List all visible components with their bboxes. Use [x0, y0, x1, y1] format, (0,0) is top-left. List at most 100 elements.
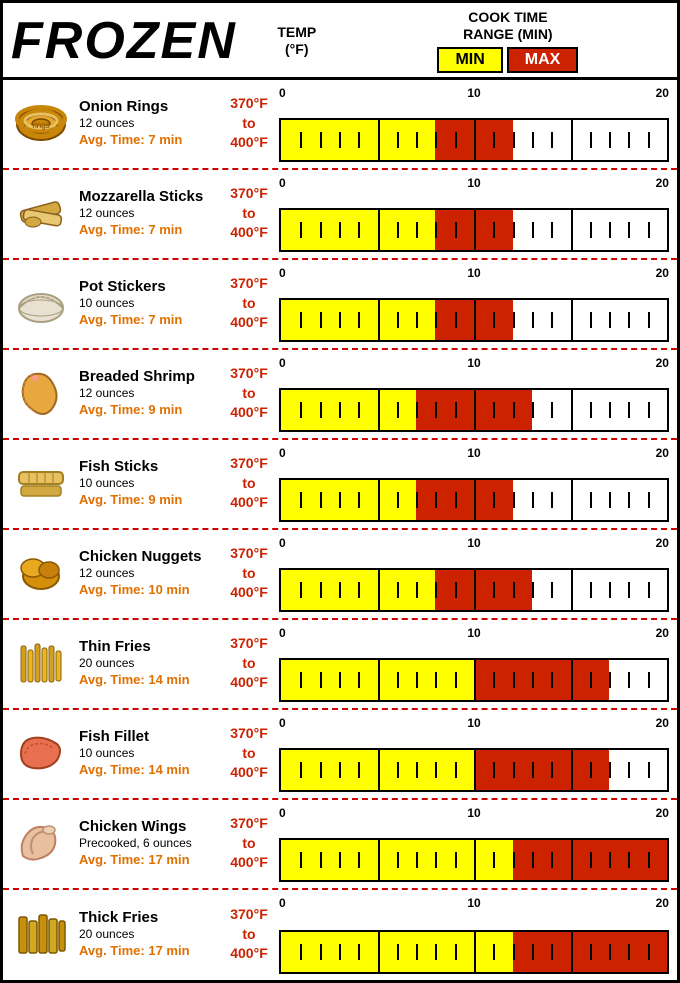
food-avg-5: Avg. Time: 10 min	[79, 582, 215, 599]
header-max-label: MAX	[507, 47, 579, 73]
chart-bar-4	[279, 478, 669, 522]
header: FROZEN TEMP(°F) COOK TIMERANGE (MIN) MIN…	[3, 3, 677, 80]
food-avg-7: Avg. Time: 14 min	[79, 762, 215, 779]
food-chart-9: 0 10 20	[279, 896, 669, 974]
chart-scale-1: 0 10 20	[279, 176, 669, 192]
chart-scale-max: 20	[539, 536, 669, 550]
chart-scale-9: 0 10 20	[279, 896, 669, 912]
header-cook-label: COOK TIMERANGE (MIN)	[347, 9, 669, 43]
food-avg-3: Avg. Time: 9 min	[79, 402, 215, 419]
chart-bar-7	[279, 748, 669, 792]
food-avg-4: Avg. Time: 9 min	[79, 492, 215, 509]
food-name-1: Mozzarella Sticks	[79, 188, 215, 206]
food-chart-0: 0 10 20	[279, 86, 669, 162]
chart-scale-mid: 10	[409, 806, 539, 820]
food-name-9: Thick Fries	[79, 909, 215, 927]
chart-scale-6: 0 10 20	[279, 626, 669, 642]
chart-scale-max: 20	[539, 266, 669, 280]
chart-scale-max: 20	[539, 356, 669, 370]
food-row-5: Chicken Nuggets 12 ounces Avg. Time: 10 …	[3, 530, 677, 620]
chart-bar-2	[279, 298, 669, 342]
food-row-7: Fish Fillet 10 ounces Avg. Time: 14 min …	[3, 710, 677, 800]
food-name-4: Fish Sticks	[79, 458, 215, 476]
chart-scale-3: 0 10 20	[279, 356, 669, 372]
chart-scale-max: 20	[539, 446, 669, 460]
food-row-3: Breaded Shrimp 12 ounces Avg. Time: 9 mi…	[3, 350, 677, 440]
food-avg-1: Avg. Time: 7 min	[79, 222, 215, 239]
food-avg-6: Avg. Time: 14 min	[79, 672, 215, 689]
food-image-thick-fries	[11, 905, 71, 965]
food-weight-0: 12 ounces	[79, 116, 215, 132]
food-chart-1: 0 10 20	[279, 176, 669, 252]
chart-scale-min: 0	[279, 86, 409, 100]
food-avg-0: Avg. Time: 7 min	[79, 132, 215, 149]
food-name-3: Breaded Shrimp	[79, 368, 215, 386]
food-info-0: Onion Rings 12 ounces Avg. Time: 7 min	[79, 86, 219, 162]
food-avg-9: Avg. Time: 17 min	[79, 943, 215, 960]
food-temp-2: 370°Fto400°F	[219, 266, 279, 342]
chart-scale-4: 0 10 20	[279, 446, 669, 462]
chart-scale-min: 0	[279, 896, 409, 910]
food-temp-9: 370°Fto400°F	[219, 896, 279, 974]
food-name-5: Chicken Nuggets	[79, 548, 215, 566]
chart-scale-5: 0 10 20	[279, 536, 669, 552]
food-info-1: Mozzarella Sticks 12 ounces Avg. Time: 7…	[79, 176, 219, 252]
food-chart-3: 0 10 20	[279, 356, 669, 432]
chart-scale-mid: 10	[409, 626, 539, 640]
chart-scale-8: 0 10 20	[279, 806, 669, 822]
food-image-thin-fries	[11, 634, 71, 694]
chart-scale-mid: 10	[409, 356, 539, 370]
food-row-6: Thin Fries 20 ounces Avg. Time: 14 min 3…	[3, 620, 677, 710]
header-temp-label: TEMP(°F)	[257, 24, 337, 58]
header-cook-section: COOK TIMERANGE (MIN) MIN MAX	[347, 9, 669, 73]
chart-bar-1	[279, 208, 669, 252]
food-info-7: Fish Fillet 10 ounces Avg. Time: 14 min	[79, 716, 219, 792]
chart-scale-mid: 10	[409, 896, 539, 910]
chart-bar-8	[279, 838, 669, 882]
chart-scale-min: 0	[279, 806, 409, 820]
food-name-0: Onion Rings	[79, 98, 215, 116]
chart-bar-6	[279, 658, 669, 702]
food-info-3: Breaded Shrimp 12 ounces Avg. Time: 9 mi…	[79, 356, 219, 432]
chart-bar-3	[279, 388, 669, 432]
chart-scale-mid: 10	[409, 716, 539, 730]
food-weight-9: 20 ounces	[79, 927, 215, 943]
food-weight-2: 10 ounces	[79, 296, 215, 312]
food-info-6: Thin Fries 20 ounces Avg. Time: 14 min	[79, 626, 219, 702]
chart-scale-mid: 10	[409, 446, 539, 460]
food-temp-5: 370°Fto400°F	[219, 536, 279, 612]
food-weight-5: 12 ounces	[79, 566, 215, 582]
food-info-9: Thick Fries 20 ounces Avg. Time: 17 min	[79, 896, 219, 974]
chart-scale-mid: 10	[409, 86, 539, 100]
chart-scale-min: 0	[279, 536, 409, 550]
food-info-8: Chicken Wings Precooked, 6 ounces Avg. T…	[79, 806, 219, 882]
food-info-4: Fish Sticks 10 ounces Avg. Time: 9 min	[79, 446, 219, 522]
food-name-6: Thin Fries	[79, 638, 215, 656]
food-info-5: Chicken Nuggets 12 ounces Avg. Time: 10 …	[79, 536, 219, 612]
food-name-2: Pot Stickers	[79, 278, 215, 296]
header-min-label: MIN	[437, 47, 502, 73]
food-row-0: rings Onion Rings 12 ounces Avg. Time: 7…	[3, 80, 677, 170]
food-row-1: Mozzarella Sticks 12 ounces Avg. Time: 7…	[3, 170, 677, 260]
chart-scale-max: 20	[539, 86, 669, 100]
food-name-7: Fish Fillet	[79, 728, 215, 746]
food-temp-1: 370°Fto400°F	[219, 176, 279, 252]
chart-scale-7: 0 10 20	[279, 716, 669, 732]
chart-scale-min: 0	[279, 356, 409, 370]
chart-scale-min: 0	[279, 176, 409, 190]
food-name-8: Chicken Wings	[79, 818, 215, 836]
food-row-4: Fish Sticks 10 ounces Avg. Time: 9 min 3…	[3, 440, 677, 530]
chart-scale-mid: 10	[409, 266, 539, 280]
food-info-2: Pot Stickers 10 ounces Avg. Time: 7 min	[79, 266, 219, 342]
chart-scale-max: 20	[539, 716, 669, 730]
food-image-pot-stickers	[11, 274, 71, 334]
food-image-onion-rings: rings	[11, 94, 71, 154]
chart-scale-max: 20	[539, 896, 669, 910]
food-image-chicken-wings	[11, 814, 71, 874]
food-chart-2: 0 10 20	[279, 266, 669, 342]
food-image-chicken-nuggets	[11, 544, 71, 604]
chart-bar-9	[279, 930, 669, 974]
food-temp-6: 370°Fto400°F	[219, 626, 279, 702]
chart-scale-mid: 10	[409, 176, 539, 190]
food-chart-4: 0 10 20	[279, 446, 669, 522]
